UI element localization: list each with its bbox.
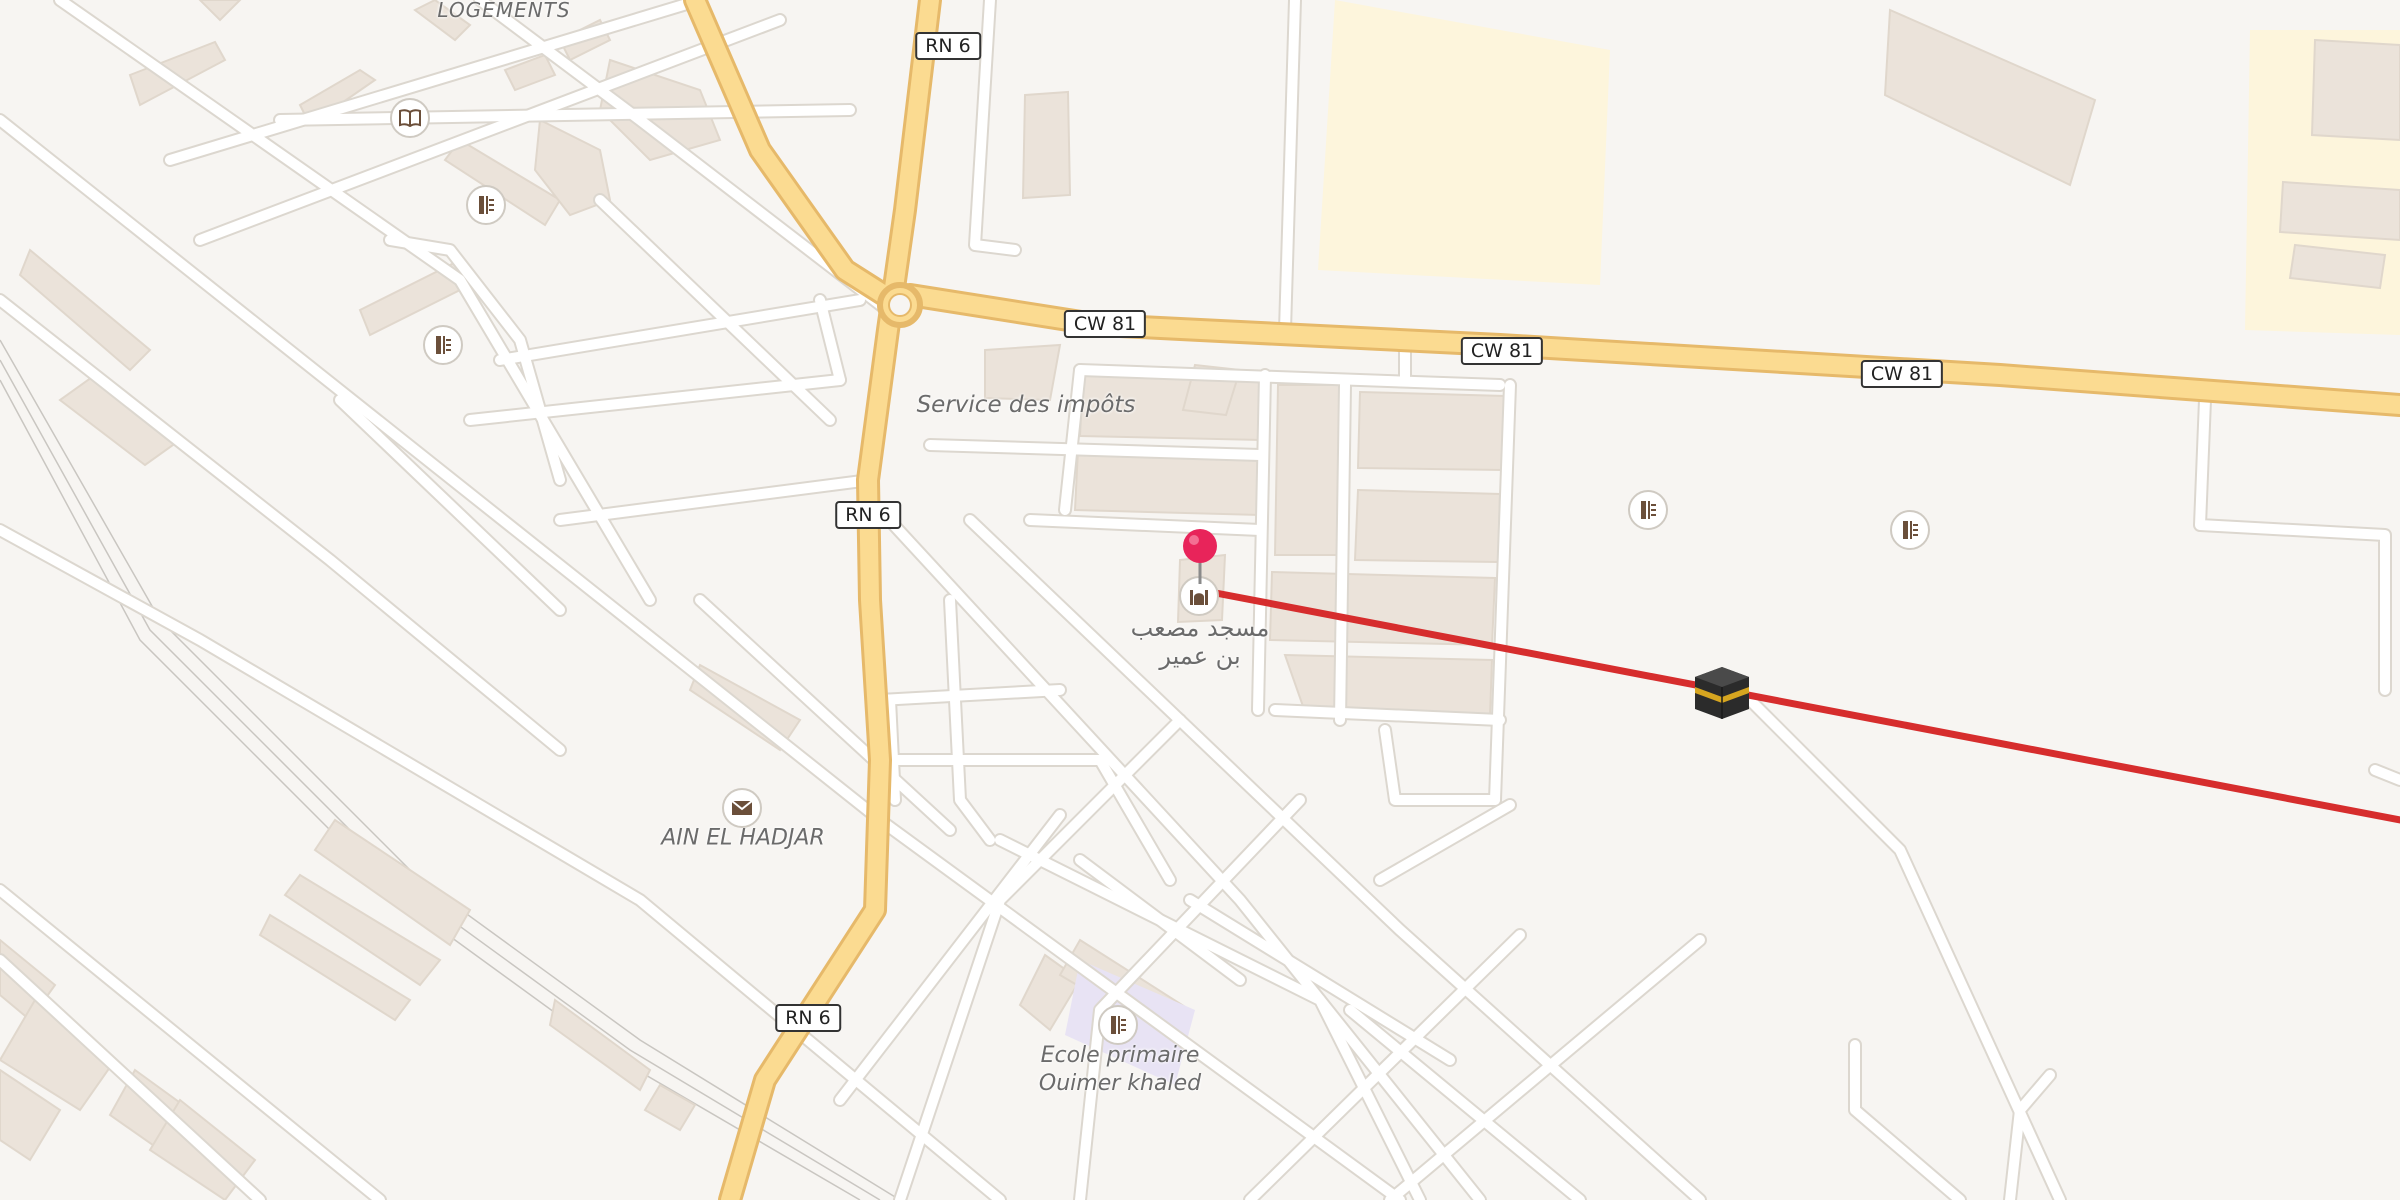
road-shield-cw81: CW 81 xyxy=(1460,337,1544,365)
school-icon[interactable] xyxy=(423,325,463,365)
road-shield-rn6: RN 6 xyxy=(915,32,981,60)
road-shield-cw81: CW 81 xyxy=(1860,360,1944,388)
school-icon[interactable] xyxy=(1890,510,1930,550)
place-label-service-des-impots[interactable]: Service des impôts xyxy=(917,392,1136,418)
roundabout-center xyxy=(888,293,912,317)
road-shield-cw81: CW 81 xyxy=(1063,310,1147,338)
place-label-mosque[interactable]: مسجد مصعب بن عمير xyxy=(1131,614,1270,670)
map-canvas[interactable]: LOGEMENTS Service des impôts مسجد مصعب ب… xyxy=(0,0,2400,1200)
school-icon[interactable] xyxy=(1098,1005,1138,1045)
road-shield-rn6: RN 6 xyxy=(775,1004,841,1032)
book-icon[interactable] xyxy=(390,98,430,138)
place-label-ecole-primaire[interactable]: Ecole primaire Ouimer khaled xyxy=(1039,1042,1201,1098)
road-shield-rn6: RN 6 xyxy=(835,501,901,529)
location-pin-icon[interactable] xyxy=(1180,528,1220,590)
school-icon[interactable] xyxy=(466,185,506,225)
place-label-logements: LOGEMENTS xyxy=(437,0,571,22)
school-icon[interactable] xyxy=(1628,490,1668,530)
landuse-area xyxy=(1318,0,1610,285)
kaaba-icon[interactable] xyxy=(1693,665,1751,725)
place-label-ain-el-hadjar: AIN EL HADJAR xyxy=(661,825,825,851)
mail-icon[interactable] xyxy=(722,788,762,828)
